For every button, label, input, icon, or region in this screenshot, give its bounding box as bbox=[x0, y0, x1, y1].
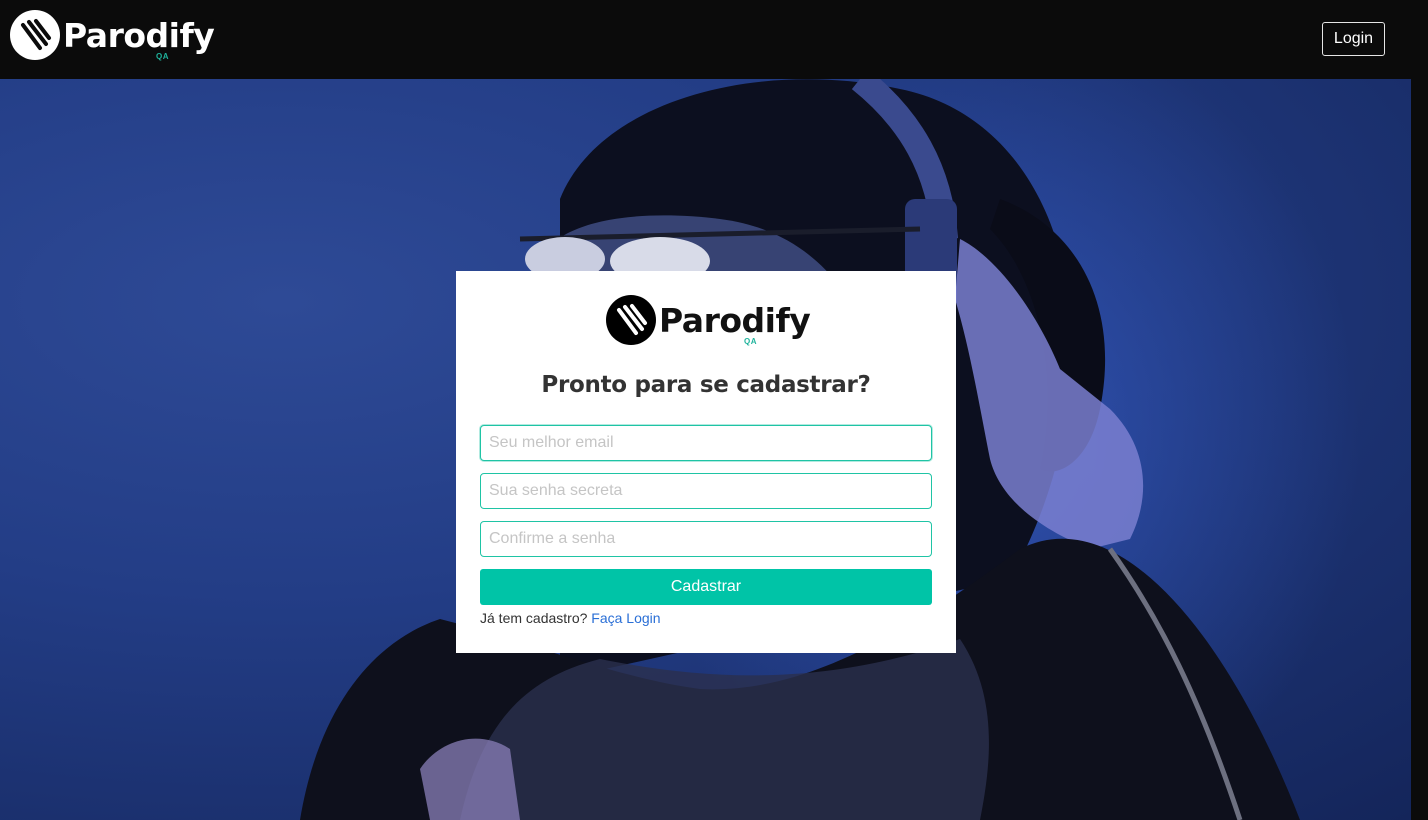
login-prompt: Já tem cadastro? Faça Login bbox=[480, 610, 661, 626]
login-button[interactable]: Login bbox=[1322, 22, 1385, 56]
card-brand-tag: QA bbox=[744, 337, 757, 346]
top-navbar: Parodify QA Login bbox=[0, 0, 1411, 79]
signup-button[interactable]: Cadastrar bbox=[480, 569, 932, 605]
password-field[interactable] bbox=[480, 473, 932, 509]
page-scrollbar[interactable] bbox=[1411, 0, 1428, 820]
brand-name: Parodify bbox=[63, 15, 215, 55]
signup-card: Parodify QA Pronto para se cadastrar? Ca… bbox=[456, 271, 956, 653]
brand-tag: QA bbox=[156, 52, 169, 61]
email-field[interactable] bbox=[480, 425, 932, 461]
brand-logo[interactable]: Parodify QA bbox=[10, 10, 215, 61]
login-prompt-text: Já tem cadastro? bbox=[480, 610, 588, 626]
card-brand-name: Parodify bbox=[659, 300, 811, 340]
signup-title: Pronto para se cadastrar? bbox=[541, 372, 871, 398]
parodify-logo-icon bbox=[606, 295, 656, 345]
confirm-password-field[interactable] bbox=[480, 521, 932, 557]
login-link[interactable]: Faça Login bbox=[591, 610, 660, 626]
card-brand-logo: Parodify QA bbox=[606, 295, 811, 346]
parodify-logo-icon bbox=[10, 10, 60, 60]
